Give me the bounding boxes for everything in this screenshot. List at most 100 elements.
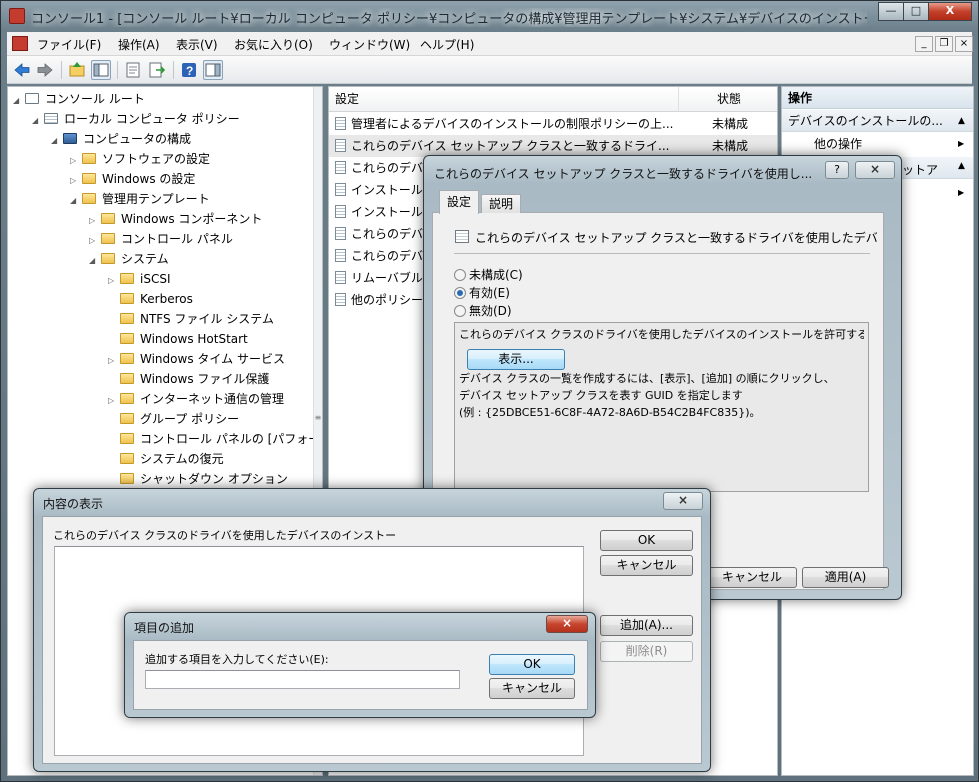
tree-item[interactable]: NTFS ファイル システム <box>13 309 320 329</box>
radio-not-configured-icon[interactable] <box>454 269 466 281</box>
radio-disabled[interactable]: 無効(D) <box>454 302 512 319</box>
menu-view[interactable]: 表示(V) <box>176 36 218 53</box>
tree-item[interactable]: Kerberos <box>13 289 320 309</box>
add-button[interactable]: 追加(A)... <box>600 615 693 636</box>
expanded-arrow-icon[interactable]: ◢ <box>51 131 63 151</box>
tree-item[interactable]: コントロール パネルの [パフォー <box>13 429 320 449</box>
radio-disabled-icon[interactable] <box>454 305 466 317</box>
tree-item[interactable]: Windows ファイル保護 <box>13 369 320 389</box>
collapsed-arrow-icon[interactable]: ▷ <box>108 271 120 291</box>
radio-enabled-icon[interactable] <box>454 287 466 299</box>
tree-item[interactable]: ▷ iSCSI <box>13 269 320 289</box>
cancel-button[interactable]: キャンセル <box>600 555 693 576</box>
apply-button[interactable]: 適用(A) <box>802 567 889 588</box>
close-button[interactable]: × <box>546 615 588 633</box>
help-icon[interactable]: ? <box>179 60 199 80</box>
tree-item-label: Windows コンポーネント <box>121 212 263 226</box>
tree-item[interactable]: グループ ポリシー <box>13 409 320 429</box>
column-header-setting[interactable]: 設定 <box>329 87 679 112</box>
show-button[interactable]: 表示... <box>467 349 565 370</box>
ok-button[interactable]: OK <box>600 530 693 551</box>
close-button[interactable]: X <box>928 2 972 21</box>
tree-item[interactable]: シャットダウン オプション <box>13 469 320 489</box>
show-hide-action-pane-icon[interactable] <box>203 60 223 80</box>
tree-item[interactable]: ▷ Windows タイム サービス <box>13 349 320 369</box>
action-group-device-install[interactable]: デバイスのインストールの... ▲ <box>782 110 973 132</box>
menu-favorites[interactable]: お気に入り(O) <box>234 36 313 53</box>
tree-scroll-thumb[interactable]: ≡ <box>314 413 322 437</box>
tree-item-label: グループ ポリシー <box>140 412 240 426</box>
divider <box>454 253 870 254</box>
mdi-restore-button[interactable]: ❐ <box>935 36 953 52</box>
radio-disabled-label: 無効(D) <box>469 304 512 318</box>
folder-icon <box>120 273 134 284</box>
export-list-icon[interactable] <box>147 60 167 80</box>
maximize-button[interactable]: □ <box>903 2 929 21</box>
toolbar-separator <box>117 61 118 79</box>
collapsed-arrow-icon[interactable]: ▷ <box>70 151 82 171</box>
radio-not-configured[interactable]: 未構成(C) <box>454 266 523 283</box>
menu-action[interactable]: 操作(A) <box>118 36 160 53</box>
minimize-button[interactable]: — <box>878 2 904 21</box>
policy-row-name: 管理者によるデバイスのインストールの制限ポリシーの上... <box>351 117 674 131</box>
policy-row-name: 他のポリシー <box>351 293 424 307</box>
add-item-prompt: 追加する項目を入力してください(E): <box>145 653 329 666</box>
mmc-document-icon[interactable] <box>12 36 28 51</box>
menu-help[interactable]: ヘルプ(H) <box>420 36 474 53</box>
policy-row-name: インストール <box>351 183 423 197</box>
collapsed-arrow-icon[interactable]: ▷ <box>108 351 120 371</box>
tree-item[interactable]: ▷ インターネット通信の管理 <box>13 389 320 409</box>
expanded-arrow-icon[interactable]: ◢ <box>32 111 44 131</box>
help-line-3: (例 : {25DBCE51-6C8F-4A72-8A6D-B54C2B4FC8… <box>459 406 761 419</box>
tree-item[interactable]: ◢ ローカル コンピュータ ポリシー <box>13 109 320 129</box>
tree-item[interactable]: ◢ 管理用テンプレート <box>13 189 320 209</box>
up-folder-icon[interactable] <box>67 60 87 80</box>
radio-not-configured-label: 未構成(C) <box>469 268 523 282</box>
expanded-arrow-icon[interactable]: ◢ <box>70 191 82 211</box>
tree-item[interactable]: システムの復元 <box>13 449 320 469</box>
tab-settings[interactable]: 設定 <box>439 190 479 214</box>
cancel-button[interactable]: キャンセル <box>489 678 575 699</box>
tree-item[interactable]: ◢ コンピュータの構成 <box>13 129 320 149</box>
folder-icon <box>120 433 134 444</box>
main-window-title: コンソール1 - [コンソール ルート¥ローカル コンピュータ ポリシー¥コンピ… <box>31 12 867 27</box>
expanded-arrow-icon[interactable]: ◢ <box>89 251 101 271</box>
mdi-minimize-button[interactable]: _ <box>915 36 933 52</box>
ok-button[interactable]: OK <box>489 654 575 675</box>
policy-row[interactable]: これらのデバイス セットアップ クラスと一致するドライ... 未構成 <box>329 135 777 157</box>
tree-item[interactable]: ▷ Windows コンポーネント <box>13 209 320 229</box>
tree-item[interactable]: ▷ コントロール パネル <box>13 229 320 249</box>
collapsed-arrow-icon[interactable]: ▷ <box>108 391 120 411</box>
close-button[interactable]: × <box>663 492 703 510</box>
action-other-operations[interactable]: 他の操作 <box>814 135 862 152</box>
radio-enabled[interactable]: 有効(E) <box>454 284 510 301</box>
collapsed-arrow-icon[interactable]: ▷ <box>89 211 101 231</box>
tree-item[interactable]: Windows HotStart <box>13 329 320 349</box>
cancel-button[interactable]: キャンセル <box>707 567 797 588</box>
main-titlebar[interactable]: コンソール1 - [コンソール ルート¥ローカル コンピュータ ポリシー¥コンピ… <box>1 1 978 31</box>
help-button[interactable]: ? <box>825 161 849 179</box>
forward-arrow-icon[interactable] <box>35 60 55 80</box>
collapse-arrow-icon[interactable]: ▲ <box>958 110 965 131</box>
collapsed-arrow-icon[interactable]: ▷ <box>70 171 82 191</box>
column-header-state[interactable]: 状態 <box>679 87 777 112</box>
add-item-input[interactable] <box>145 670 460 689</box>
policy-row[interactable]: 管理者によるデバイスのインストールの制限ポリシーの上... 未構成 <box>329 113 777 135</box>
policy-setting-icon <box>335 161 346 174</box>
back-arrow-icon[interactable] <box>12 60 32 80</box>
properties-icon[interactable] <box>123 60 143 80</box>
policy-row-name: これらのデバ <box>351 249 424 263</box>
tree-item[interactable]: ▷ Windows の設定 <box>13 169 320 189</box>
show-hide-tree-icon[interactable] <box>91 60 111 80</box>
tree-item[interactable]: ▷ ソフトウェアの設定 <box>13 149 320 169</box>
expanded-arrow-icon[interactable]: ◢ <box>13 91 25 111</box>
mdi-close-button[interactable]: × <box>955 36 973 52</box>
collapse-arrow-icon[interactable]: ▲ <box>958 161 965 171</box>
tree-item[interactable]: ◢ システム <box>13 249 320 269</box>
menu-file[interactable]: ファイル(F) <box>37 36 101 53</box>
tab-explanation[interactable]: 説明 <box>481 194 521 213</box>
tree-item[interactable]: ◢ コンソール ルート <box>13 89 320 109</box>
close-button[interactable]: × <box>855 161 895 179</box>
menu-window[interactable]: ウィンドウ(W) <box>329 36 410 53</box>
collapsed-arrow-icon[interactable]: ▷ <box>89 231 101 251</box>
